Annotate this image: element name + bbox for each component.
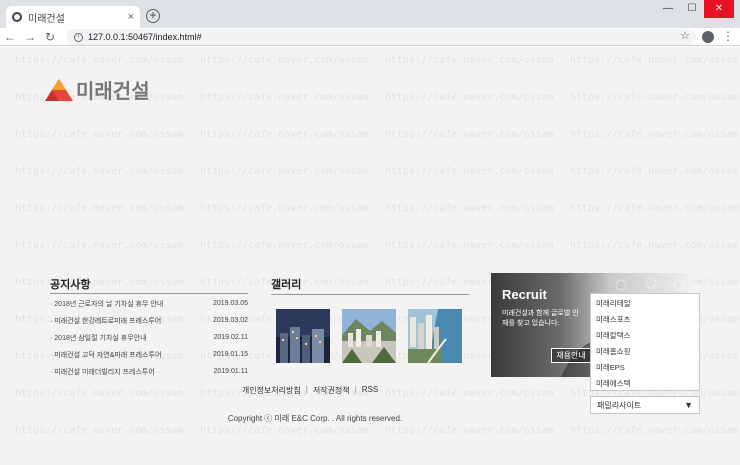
copyright-policy-link[interactable]: 저작권정책 <box>313 385 350 396</box>
notice-item[interactable]: 2018년 삼일절 기차실 휴무안내2019.02.11 <box>50 329 248 346</box>
notice-item[interactable]: 미래건설 미래더빌리지 프레스투어2019.01.11 <box>50 363 248 380</box>
gallery-thumbnail-night-city[interactable] <box>276 309 330 363</box>
notice-item[interactable]: 미래건설 고덕 자연&미래 프레스투어2019.01.15 <box>50 346 248 363</box>
family-site-option[interactable]: 미래리테일 <box>591 296 699 312</box>
notice-divider <box>50 293 248 294</box>
address-url[interactable]: 127.0.0.1:50467/index.html# <box>88 32 202 42</box>
reload-button[interactable]: ↻ <box>40 30 60 44</box>
gallery-thumbnail-mountain-city[interactable] <box>342 309 396 363</box>
family-site-option[interactable]: 미래EPS <box>591 360 699 376</box>
recruit-title: Recruit <box>502 287 547 302</box>
notice-list: 2018년 근로자의 날 기차실 휴무 안내2019.03.05 미래건설 한강… <box>50 295 248 380</box>
family-site-selected: 패밀리사이트 <box>597 400 642 410</box>
copyright-text: Copyright ⓒ 미래 E&C Corp. . All rights re… <box>227 414 403 423</box>
watermark-text: https://cafe.naver.com/ossam <box>570 203 739 214</box>
rss-link[interactable]: RSS <box>362 385 378 396</box>
watermark-text: https://cafe.naver.com/ossam <box>385 203 554 214</box>
notice-item[interactable]: 2018년 근로자의 날 기차실 휴무 안내2019.03.05 <box>50 295 248 312</box>
maximize-button[interactable]: ☐ <box>680 0 704 18</box>
profile-avatar-icon[interactable] <box>702 31 714 43</box>
recruit-button[interactable]: 채용안내 <box>551 348 591 363</box>
watermark-text: https://cafe.naver.com/ossam <box>200 92 369 103</box>
minimize-button[interactable]: — <box>656 0 680 18</box>
watermark-text: https://cafe.naver.com/ossam <box>200 240 369 251</box>
browser-titlebar: 미래건설 × + — ☐ ✕ <box>0 0 740 28</box>
page-content: https://cafe.naver.com/ossam https://cafe… <box>0 47 740 465</box>
watermark-text: https://cafe.naver.com/ossam <box>15 240 184 251</box>
logo-triangle-icon <box>45 78 73 101</box>
browser-tab[interactable]: 미래건설 × <box>6 6 140 28</box>
recruit-text: 미래건설과 함께 글로벌 인재를 찾고 있습니다. <box>502 310 579 327</box>
globe-icon <box>12 12 22 22</box>
watermark-text: https://cafe.naver.com/ossam <box>570 240 739 251</box>
watermark-text: https://cafe.naver.com/ossam <box>15 166 184 177</box>
family-site-option[interactable]: 미래홈쇼핑 <box>591 344 699 360</box>
watermark-text: https://cafe.naver.com/ossam <box>15 55 184 66</box>
gallery-thumbnail-coast-city[interactable] <box>408 309 462 363</box>
watermark-text: https://cafe.naver.com/ossam <box>570 425 739 436</box>
watermark-text: https://cafe.naver.com/ossam <box>15 203 184 214</box>
watermark-text: https://cafe.naver.com/ossam <box>385 55 554 66</box>
window-controls: — ☐ ✕ <box>656 0 734 18</box>
watermark-text: https://cafe.naver.com/ossam <box>385 129 554 140</box>
privacy-policy-link[interactable]: 개인정보처리방침 <box>242 385 301 396</box>
family-site-select[interactable]: 패밀리사이트 ▼ <box>590 396 700 414</box>
watermark-text: https://cafe.naver.com/ossam <box>15 129 184 140</box>
watermark-text: https://cafe.naver.com/ossam <box>200 129 369 140</box>
address-bar[interactable]: i 127.0.0.1:50467/index.html# ☆ <box>66 29 696 45</box>
new-tab-button[interactable]: + <box>146 9 160 23</box>
watermark-text: https://cafe.naver.com/ossam <box>15 425 184 436</box>
site-info-icon[interactable]: i <box>74 32 83 42</box>
watermark-text: https://cafe.naver.com/ossam <box>200 203 369 214</box>
tab-close-icon[interactable]: × <box>128 11 134 23</box>
close-window-button[interactable]: ✕ <box>704 0 734 18</box>
browser-menu-icon[interactable]: ⋮ <box>722 29 734 43</box>
bookmark-star-icon[interactable]: ☆ <box>680 29 690 42</box>
watermark-text: https://cafe.naver.com/ossam <box>385 425 554 436</box>
chevron-down-icon: ▼ <box>684 400 693 410</box>
watermark-text: https://cafe.naver.com/ossam <box>385 166 554 177</box>
family-site-options: 미래리테일 미래스포츠 미래칼텍스 미래홈쇼핑 미래EPS 미래에스텍 <box>590 293 700 391</box>
watermark-text: https://cafe.naver.com/ossam <box>200 55 369 66</box>
watermark-text: https://cafe.naver.com/ossam <box>570 55 739 66</box>
tab-title: 미래건설 <box>28 13 65 25</box>
footer-links: 개인정보처리방침 | 저작권정책 | RSS <box>0 385 620 396</box>
site-logo[interactable]: 미래건설 <box>44 75 150 104</box>
footer-separator: | <box>305 385 308 394</box>
watermark-text: https://cafe.naver.com/ossam <box>570 129 739 140</box>
gallery-divider <box>271 294 469 295</box>
watermark-text: https://cafe.naver.com/ossam <box>570 166 739 177</box>
watermark-text: https://cafe.naver.com/ossam <box>200 425 369 436</box>
family-site-option[interactable]: 미래스포츠 <box>591 312 699 328</box>
watermark-text: https://cafe.naver.com/ossam <box>200 166 369 177</box>
gallery-title: 갤러리 <box>271 279 302 291</box>
watermark-text: https://cafe.naver.com/ossam <box>570 92 739 103</box>
forward-button[interactable]: → <box>20 30 40 44</box>
watermark-text: https://cafe.naver.com/ossam <box>385 92 554 103</box>
family-site-option[interactable]: 미래칼텍스 <box>591 328 699 344</box>
notice-item[interactable]: 미래건설 한강레트로미래 프레스투어2019.03.02 <box>50 312 248 329</box>
back-button[interactable]: ← <box>0 30 20 44</box>
logo-text: 미래건설 <box>76 79 150 103</box>
notice-title: 공지사항 <box>50 279 91 291</box>
footer-separator: | <box>354 385 357 394</box>
watermark-text: https://cafe.naver.com/ossam <box>15 277 184 288</box>
watermark-text: https://cafe.naver.com/ossam <box>385 240 554 251</box>
